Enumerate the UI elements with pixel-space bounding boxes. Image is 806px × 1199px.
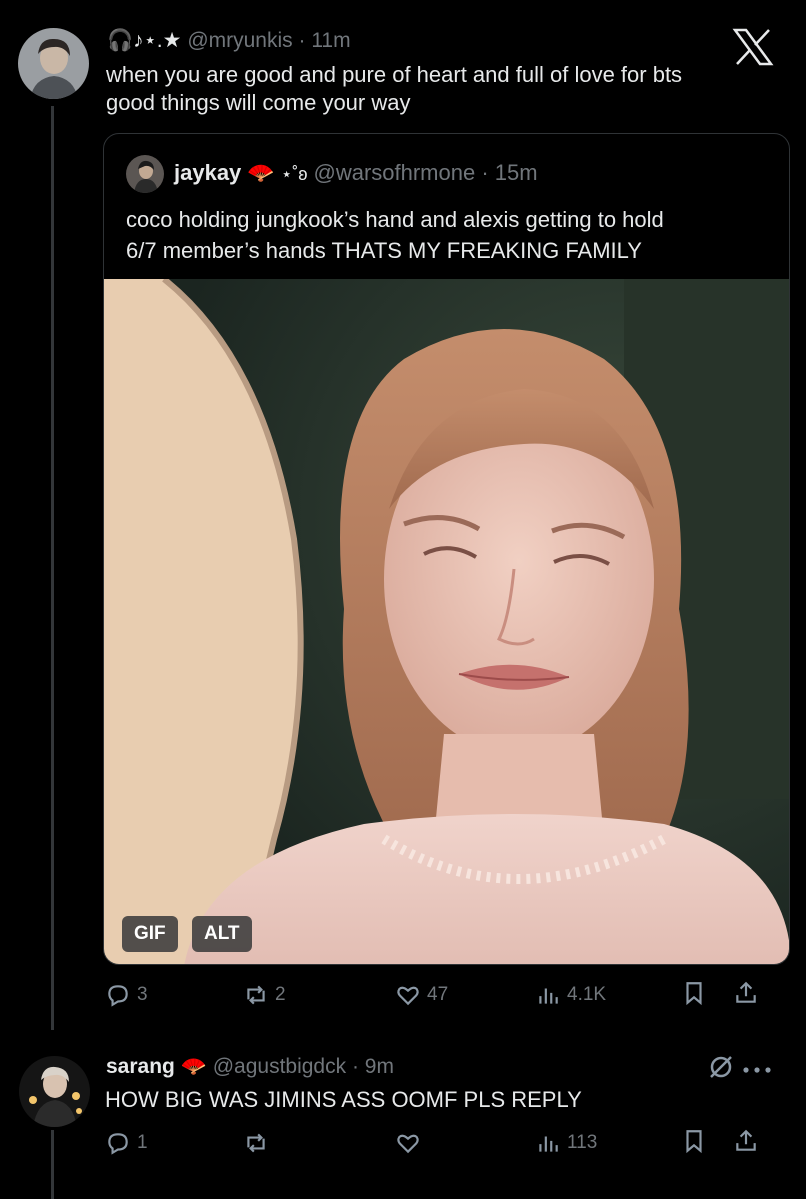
quote-text-line2: 6/7 member’s hands THATS MY FREAKING FAM… xyxy=(126,238,642,263)
reply-reply-button[interactable]: 1 xyxy=(105,1128,148,1158)
repost-icon xyxy=(247,1133,265,1153)
like-count: 47 xyxy=(427,984,449,1005)
quote-handle[interactable]: @warsofhrmone xyxy=(313,160,475,185)
quote-text: coco holding jungkook’s hand and alexis … xyxy=(126,204,776,266)
post-time[interactable]: 11m xyxy=(311,29,350,52)
muted-conversation-icon[interactable] xyxy=(707,1053,735,1081)
reply-share-button[interactable] xyxy=(733,1128,759,1159)
reply-icon xyxy=(108,985,128,1007)
views-icon xyxy=(539,988,558,1004)
repost-count: 2 xyxy=(275,984,286,1005)
reply-handle[interactable]: @agustbigdck xyxy=(213,1055,346,1078)
bookmark-icon xyxy=(686,1130,702,1154)
bookmark-button[interactable] xyxy=(681,980,707,1011)
share-button[interactable] xyxy=(733,980,759,1011)
thread-line-bottom xyxy=(51,1130,54,1199)
more-options-icon[interactable] xyxy=(742,1062,772,1073)
post-text-line2: good things will come your way xyxy=(106,90,411,115)
post-header: 🎧♪⋆.★ @mryunkis · 11m xyxy=(107,29,351,52)
quote-decoration: ⋆˚ʚ xyxy=(280,164,308,184)
quote-header: jaykay 🪭 ⋆˚ʚ @warsofhrmone · 15m xyxy=(174,160,538,185)
views-icon xyxy=(539,1136,558,1152)
reply-repost-button[interactable] xyxy=(243,1128,269,1158)
alt-badge[interactable]: ALT xyxy=(192,916,252,952)
share-icon xyxy=(736,1129,756,1151)
reply-views-count: 113 xyxy=(567,1132,598,1153)
post-action-bar: 3 2 47 4.1K xyxy=(103,980,768,1010)
bookmark-icon xyxy=(686,982,702,1006)
fan-emoji: 🪭 xyxy=(247,160,275,185)
views-button[interactable]: 4.1K xyxy=(535,980,606,1010)
reply-views-button[interactable]: 113 xyxy=(535,1128,597,1158)
reply-bookmark-button[interactable] xyxy=(681,1128,707,1159)
gif-badge: GIF xyxy=(122,916,178,952)
reply-time[interactable]: 9m xyxy=(365,1055,394,1078)
post-text-line1: when you are good and pure of heart and … xyxy=(106,62,683,87)
views-count: 4.1K xyxy=(567,984,607,1005)
reply-count: 3 xyxy=(137,984,148,1005)
reply-icon xyxy=(108,1133,128,1155)
reply-display-name[interactable]: sarang xyxy=(106,1055,175,1078)
heart-icon xyxy=(397,986,419,1006)
reply-button[interactable]: 3 xyxy=(105,980,148,1010)
avatar[interactable] xyxy=(18,28,89,99)
thread-line-top xyxy=(51,106,54,1030)
quote-avatar[interactable] xyxy=(126,155,164,193)
quoted-post[interactable]: jaykay 🪭 ⋆˚ʚ @warsofhrmone · 15m coco ho… xyxy=(103,133,790,965)
quote-text-line1: coco holding jungkook’s hand and alexis … xyxy=(126,207,664,232)
heart-icon xyxy=(397,1134,419,1154)
reply-action-bar: 1 113 xyxy=(103,1128,768,1158)
post-text: when you are good and pure of heart and … xyxy=(106,61,786,117)
display-name-emoji: 🎧♪⋆.★ xyxy=(107,29,182,52)
reply-reply-count: 1 xyxy=(137,1132,148,1153)
share-icon xyxy=(736,981,756,1003)
reply-fan-emoji: 🪭 xyxy=(180,1055,207,1078)
reply-like-button[interactable] xyxy=(395,1128,421,1158)
gif-media[interactable] xyxy=(104,279,789,964)
quote-display-name[interactable]: jaykay xyxy=(174,160,241,185)
quote-time[interactable]: 15m xyxy=(495,160,538,185)
repost-icon xyxy=(247,985,265,1005)
repost-button[interactable]: 2 xyxy=(243,980,286,1010)
post-handle[interactable]: @mryunkis xyxy=(187,29,292,52)
like-button[interactable]: 47 xyxy=(395,980,448,1010)
reply-text: HOW BIG WAS JIMINS ASS OOMF PLS REPLY xyxy=(105,1087,582,1112)
reply-avatar[interactable] xyxy=(19,1056,90,1127)
reply-header: sarang 🪭 @agustbigdck · 9m xyxy=(106,1055,394,1078)
